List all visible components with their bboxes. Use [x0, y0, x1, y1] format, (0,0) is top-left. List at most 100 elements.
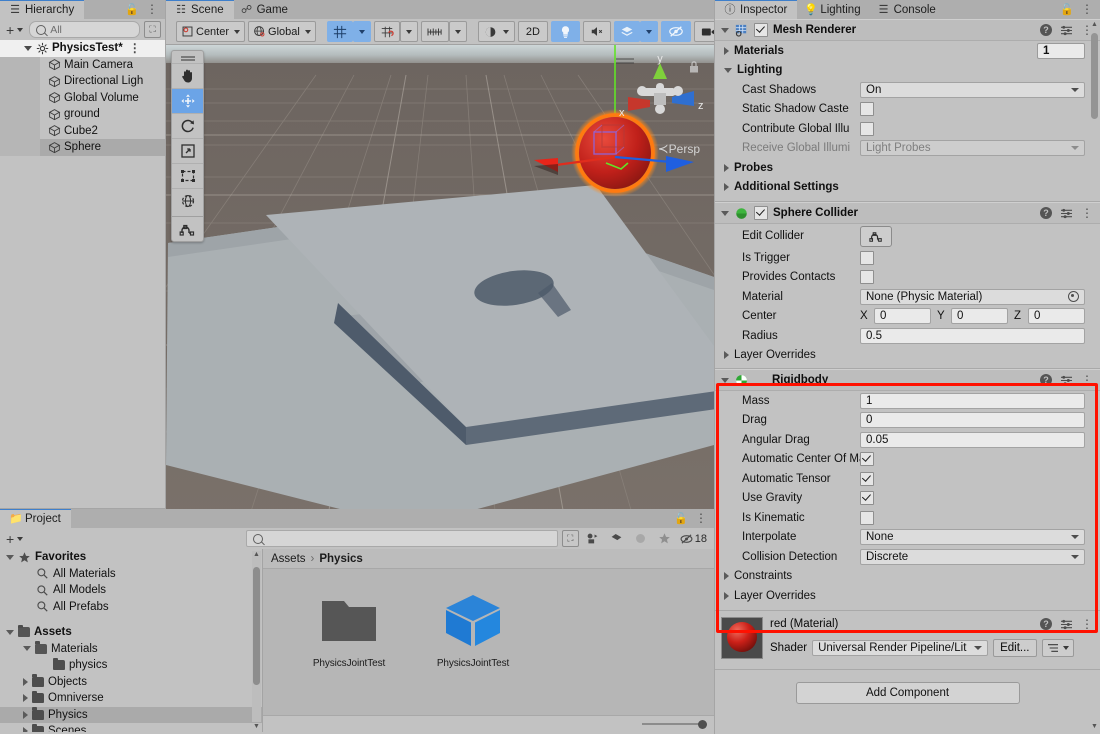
filter-by-type-icon[interactable] [583, 531, 603, 546]
provides-contacts-checkbox[interactable] [860, 270, 874, 285]
rect-tool[interactable] [172, 163, 203, 188]
inspector-menu-icon[interactable] [1081, 5, 1093, 14]
tab-console[interactable]: ☰ Console [871, 0, 946, 19]
is-trigger-checkbox[interactable] [860, 250, 874, 265]
project-tree-item-objects[interactable]: Objects [0, 674, 262, 691]
additional-settings-foldout[interactable]: Additional Settings [715, 178, 1100, 198]
effects-dropdown[interactable] [639, 21, 658, 42]
tab-hierarchy[interactable]: ☰ Hierarchy [0, 0, 85, 19]
probes-foldout[interactable]: Probes [715, 158, 1100, 178]
project-tree-item-all-models[interactable]: All Models [0, 582, 262, 599]
hierarchy-scene-row[interactable]: PhysicsTest* [0, 40, 165, 57]
collider-center-y-field[interactable]: 0 [951, 308, 1008, 325]
interpolate-dropdown[interactable]: None [860, 529, 1085, 546]
automatic-tensor-checkbox[interactable] [860, 471, 874, 486]
preset-icon[interactable] [1060, 25, 1073, 36]
rigidbody-layer-overrides-foldout[interactable]: Layer Overrides [715, 586, 1100, 606]
scene-lighting-button[interactable] [550, 21, 580, 42]
move-tool[interactable] [172, 88, 203, 113]
automatic-center-of-mass-checkbox[interactable] [860, 452, 874, 467]
two-d-button[interactable]: 2D [517, 21, 548, 42]
hierarchy-search-input[interactable]: All [29, 21, 140, 38]
project-lock-icon[interactable]: 🔓 [674, 512, 688, 525]
collider-center-x-field[interactable]: 0 [874, 308, 931, 325]
asset-item[interactable]: PhysicsJointTest [425, 591, 521, 719]
help-icon[interactable]: ? [1040, 618, 1052, 630]
is-kinematic-checkbox[interactable] [860, 510, 874, 525]
materials-count-field[interactable]: 1 [1037, 42, 1085, 59]
preset-icon[interactable] [1060, 375, 1073, 386]
tab-game[interactable]: ☍ Game [234, 0, 298, 19]
scene-audio-button[interactable] [582, 21, 611, 42]
shader-dropdown[interactable]: Universal Render Pipeline/Lit [812, 639, 989, 656]
hierarchy-item-main-camera[interactable]: Main Camera [0, 56, 165, 73]
asset-zoom-slider[interactable] [642, 719, 707, 729]
physic-material-field[interactable]: None (Physic Material) [860, 288, 1085, 305]
magnet-snap-dropdown[interactable] [399, 21, 418, 42]
preset-icon[interactable] [1060, 208, 1073, 219]
help-icon[interactable]: ? [1040, 24, 1052, 36]
create-asset-button[interactable]: + [4, 531, 25, 547]
project-tree-item-physics[interactable]: Physics [0, 706, 262, 723]
help-icon[interactable]: ? [1040, 374, 1052, 386]
filter-favorites-icon[interactable] [655, 531, 675, 546]
filter-by-scene-icon[interactable] [631, 531, 651, 546]
hierarchy-item-sphere[interactable]: Sphere [0, 139, 165, 156]
transform-tool[interactable] [172, 188, 203, 213]
collider-center-z-field[interactable]: 0 [1028, 308, 1085, 325]
hand-tool[interactable] [172, 63, 203, 88]
project-menu-icon[interactable] [695, 514, 707, 523]
shading-mode-button[interactable] [477, 21, 515, 42]
scene-view-gizmo[interactable]: y z x [614, 53, 706, 151]
help-icon[interactable]: ? [1040, 207, 1052, 219]
hidden-assets-indicator[interactable]: 18 [679, 533, 710, 545]
add-component-button[interactable]: Add Component [795, 681, 1020, 704]
edit-collider-button[interactable] [860, 225, 892, 247]
static-shadow-caster-checkbox[interactable] [860, 102, 874, 117]
cast-shadows-dropdown[interactable]: On [860, 81, 1085, 98]
hierarchy-item-global-volume[interactable]: Global Volume [0, 89, 165, 106]
angular-drag-field[interactable]: 0.05 [860, 431, 1085, 448]
drag-field[interactable]: 0 [860, 412, 1085, 429]
materials-foldout[interactable]: Materials 1 [715, 41, 1100, 61]
project-tree-item-favorites[interactable]: Favorites [0, 549, 262, 566]
lock-icon[interactable]: 🔓 [125, 3, 139, 16]
palette-grip[interactable] [172, 51, 203, 63]
breadcrumb-physics[interactable]: Physics [319, 553, 362, 565]
filter-by-label-icon[interactable] [607, 531, 627, 546]
project-tree-item-scenes[interactable]: Scenes [0, 723, 262, 732]
rigidbody-foldout[interactable] [721, 377, 729, 383]
sphere-collider-enabled-checkbox[interactable] [754, 206, 768, 220]
scene-viewport[interactable]: y z x ≺Persp [166, 45, 714, 527]
project-expand-icon[interactable]: ⛶ [561, 530, 579, 547]
ruler-button[interactable] [420, 21, 449, 42]
use-gravity-checkbox[interactable] [860, 491, 874, 506]
custom-editor-tool[interactable] [172, 216, 203, 241]
hierarchy-item-cube2[interactable]: Cube2 [0, 122, 165, 139]
lighting-foldout[interactable]: Lighting [715, 61, 1100, 81]
sphere-collider-header[interactable]: Sphere Collider ? [715, 202, 1100, 224]
hierarchy-expand-icon[interactable]: ⛶ [144, 21, 161, 38]
rigidbody-header[interactable]: Rigidbody ? [715, 369, 1100, 391]
constraints-foldout[interactable]: Constraints [715, 567, 1100, 587]
handle-space-button[interactable]: Global [248, 21, 316, 42]
collision-detection-dropdown[interactable]: Discrete [860, 548, 1085, 565]
project-search-input[interactable] [245, 530, 558, 547]
sphere-collider-foldout[interactable] [721, 210, 729, 216]
hierarchy-menu-icon[interactable] [146, 5, 158, 14]
shader-edit-button[interactable]: Edit... [993, 638, 1037, 657]
contribute-gi-checkbox[interactable] [860, 121, 874, 136]
project-tree-item-all-materials[interactable]: All Materials [0, 566, 262, 583]
grid-snap-dropdown[interactable] [352, 21, 371, 42]
projection-label[interactable]: ≺Persp [658, 141, 700, 157]
scene-camera-button[interactable] [693, 21, 714, 42]
project-tree-item-omniverse[interactable]: Omniverse [0, 690, 262, 707]
create-object-button[interactable]: + [4, 22, 25, 38]
tab-inspector[interactable]: ⓘ Inspector [715, 0, 798, 19]
mesh-renderer-enabled-checkbox[interactable] [754, 23, 768, 37]
scene-menu-icon[interactable] [129, 44, 141, 53]
mesh-renderer-header[interactable]: Mesh Renderer ? [715, 19, 1100, 41]
project-tree-item-assets[interactable]: Assets [0, 624, 262, 641]
preset-icon[interactable] [1060, 619, 1073, 630]
tab-lighting[interactable]: 💡 Lighting [797, 0, 870, 19]
